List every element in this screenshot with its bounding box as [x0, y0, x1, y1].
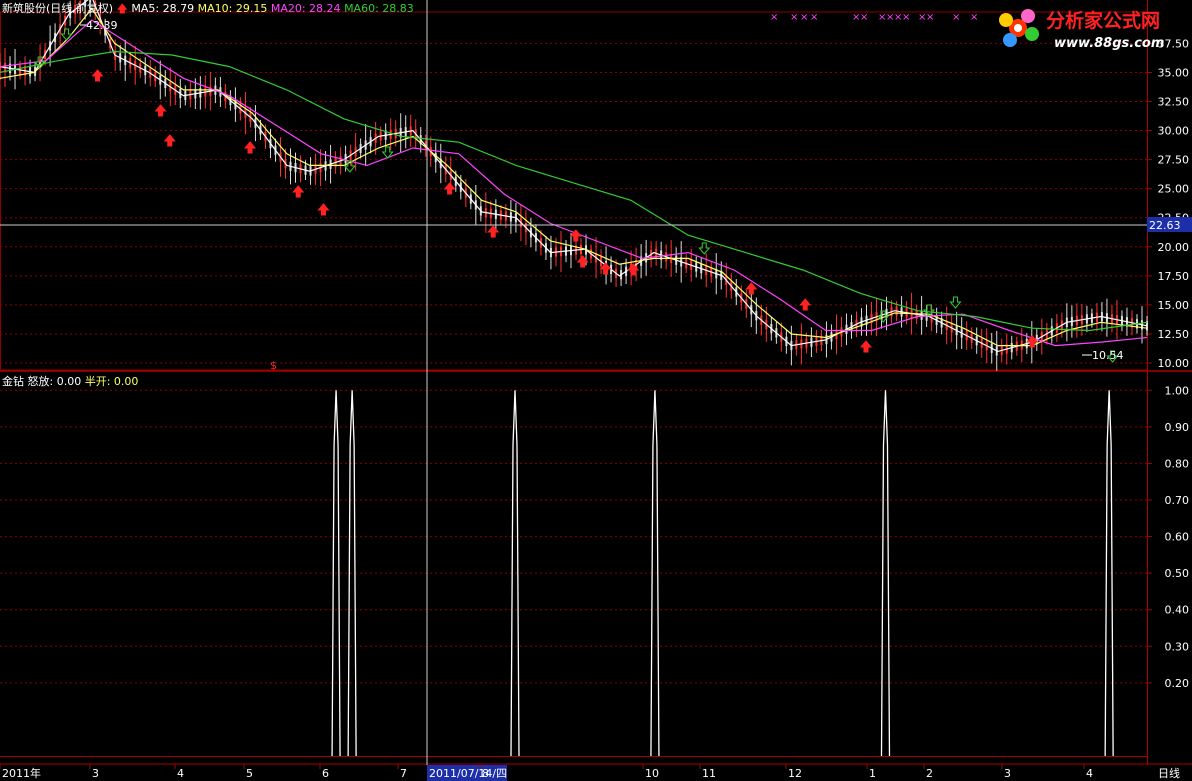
ma5-value: MA5: 28.79	[131, 2, 195, 15]
x-tick-label: 12	[788, 767, 802, 780]
indicator-spike	[347, 390, 357, 757]
price-tick-label: 17.50	[1158, 270, 1190, 283]
buy-arrow-icon	[859, 340, 873, 353]
indicator-header: 金钻 怒放: 0.00 半开: 0.00	[2, 373, 138, 389]
x-tick-label: 3	[1004, 767, 1011, 780]
buy-arrow-icon: 🡅	[116, 2, 128, 15]
price-tick-label: 30.00	[1158, 125, 1190, 138]
price-tick-label: 35.00	[1158, 66, 1190, 79]
ma60-line	[0, 50, 1148, 332]
logo-url: www.88gs.com	[1054, 36, 1165, 51]
indicator-tick-label: 0.70	[1165, 494, 1190, 507]
signal-x-marker: ×	[860, 12, 868, 23]
x-tick-label: 7	[400, 767, 407, 780]
buy-arrow-icon	[799, 298, 812, 311]
x-tick-label: 8	[482, 767, 489, 780]
bankai-value: 半开: 0.00	[84, 375, 139, 388]
signal-x-marker: ×	[902, 12, 910, 23]
buy-arrow-icon	[443, 182, 456, 195]
price-tick-label: 12.50	[1158, 328, 1190, 341]
indicator-spike	[650, 390, 660, 757]
indicator-tick-label: 0.20	[1165, 677, 1190, 690]
x-tick-label: 6	[322, 767, 329, 780]
price-tick-label: 15.00	[1158, 299, 1190, 312]
indicator-tick-label: 0.60	[1165, 531, 1190, 544]
chart-header: 新筑股份(日线,前复权) 🡅 MA5: 28.79 MA10: 29.15 MA…	[2, 0, 414, 19]
x-tick-label: 11	[702, 767, 716, 780]
indicator-tick-label: 0.50	[1165, 567, 1190, 580]
signal-x-marker: ×	[926, 12, 934, 23]
ma60-value: MA60: 28.83	[344, 2, 414, 15]
signal-x-marker: ×	[800, 12, 808, 23]
buy-arrow-icon	[243, 141, 257, 154]
high-price-annotation: 42.39	[86, 19, 118, 32]
low-price-annotation: 10.54	[1092, 349, 1124, 362]
ma10-line	[0, 7, 1148, 347]
indicator-tick-label: 0.40	[1165, 604, 1190, 617]
indicator-tick-label: 0.80	[1165, 457, 1190, 470]
nufang-value: 怒放: 0.00	[27, 375, 82, 388]
price-tick-label: 20.00	[1158, 241, 1190, 254]
x-tick-label: 4	[177, 767, 184, 780]
flower-logo-icon	[999, 9, 1039, 47]
signal-x-marker: ×	[770, 12, 778, 23]
buy-arrow-icon	[317, 203, 330, 216]
buy-arrow-icon	[599, 262, 612, 275]
site-logo: 分析家公式网 www.88gs.com	[992, 2, 1188, 60]
crosshair-price-label: 22.63	[1149, 219, 1181, 232]
indicator-spike	[1104, 390, 1114, 757]
x-tick-label: 10	[645, 767, 659, 780]
ma20-value: MA20: 28.24	[270, 2, 341, 15]
signal-x-marker: ×	[952, 12, 960, 23]
logo-title: 分析家公式网	[1046, 10, 1161, 32]
sell-arrow-icon	[60, 28, 73, 41]
signal-x-marker: ×	[790, 12, 798, 23]
ma5-line	[0, 0, 1148, 353]
signal-x-marker: ×	[970, 12, 978, 23]
buy-arrow-icon	[745, 282, 758, 295]
indicator-name: 金钻	[2, 375, 24, 388]
x-tick-label: 5	[246, 767, 253, 780]
x-tick-label: 2011年	[2, 766, 41, 780]
x-tick-label: 1	[869, 767, 876, 780]
indicator-tick-label: 1.00	[1165, 384, 1190, 397]
price-tick-label: 32.50	[1158, 96, 1190, 109]
x-tick-label: 2	[926, 767, 933, 780]
price-tick-label: 10.00	[1158, 357, 1190, 370]
chart-canvas[interactable]: 37.5035.0032.5030.0027.5025.0022.5020.00…	[0, 0, 1192, 781]
dollar-marker: $	[270, 359, 277, 372]
buy-arrow-icon	[163, 134, 176, 147]
sell-arrow-icon	[949, 296, 962, 309]
stock-title: 新筑股份(日线,前复权)	[2, 2, 114, 15]
buy-arrow-icon	[487, 225, 500, 238]
buy-arrow-icon	[154, 104, 167, 117]
x-tick-label: 4	[1086, 767, 1093, 780]
price-tick-label: 25.00	[1158, 183, 1190, 196]
ma10-value: MA10: 29.15	[197, 2, 268, 15]
sell-arrow-icon	[698, 242, 711, 255]
indicator-tick-label: 0.90	[1165, 421, 1190, 434]
x-tick-label: 3	[92, 767, 99, 780]
price-tick-label: 27.50	[1158, 154, 1190, 167]
period-label: 日线	[1158, 766, 1180, 780]
signal-x-marker: ×	[810, 12, 818, 23]
buy-arrow-icon	[292, 185, 305, 198]
crosshair-date-label: 2011/07/14/四	[429, 767, 507, 780]
indicator-tick-label: 0.30	[1165, 640, 1190, 653]
buy-arrow-icon	[91, 69, 104, 82]
